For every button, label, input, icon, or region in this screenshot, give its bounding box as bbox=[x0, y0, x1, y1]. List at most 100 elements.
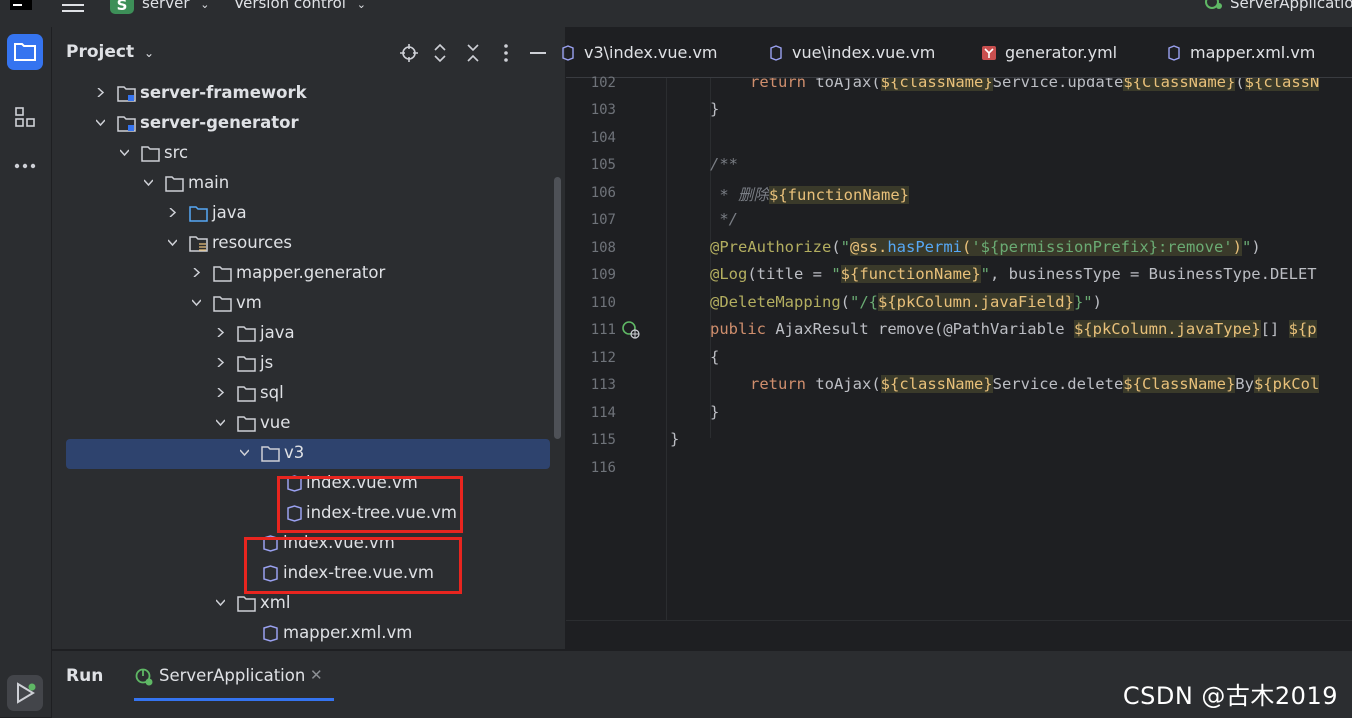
tree-item-label: mapper.xml.vm bbox=[283, 623, 413, 642]
folder-icon bbox=[213, 266, 232, 282]
project-tool-button[interactable] bbox=[7, 34, 43, 70]
code-editor[interactable]: return toAjax(${className}Service.update… bbox=[667, 78, 1352, 620]
line-number: 102 bbox=[590, 75, 616, 91]
vcs-label: Version control bbox=[234, 0, 346, 12]
folder-icon bbox=[237, 326, 256, 342]
tree-item-label: vue bbox=[260, 413, 291, 432]
close-icon[interactable]: ✕ bbox=[310, 666, 323, 684]
source-folder-icon bbox=[189, 206, 208, 222]
run-tab-label: ServerApplication bbox=[159, 666, 306, 685]
project-panel: Project ⌄ server-framework server-genera… bbox=[52, 27, 566, 649]
indent-guide bbox=[710, 78, 711, 438]
chevron-down-icon bbox=[216, 599, 225, 607]
line-number: 113 bbox=[590, 377, 616, 393]
line-number: 108 bbox=[590, 240, 616, 256]
tree-item[interactable]: sql bbox=[66, 379, 550, 409]
main-menu-icon[interactable] bbox=[62, 0, 84, 12]
project-name: server bbox=[142, 0, 190, 12]
tree-scrollbar[interactable] bbox=[554, 177, 561, 439]
code-line-110: @DeleteMapping("/{${pkColumn.javaField}}… bbox=[710, 293, 1102, 311]
structure-icon bbox=[15, 107, 35, 127]
project-panel-title[interactable]: Project ⌄ bbox=[66, 42, 154, 62]
tree-item[interactable]: server-framework bbox=[66, 79, 550, 109]
expand-all-icon[interactable] bbox=[433, 43, 447, 63]
folder-icon bbox=[261, 446, 280, 462]
project-selector[interactable]: server ⌄ bbox=[142, 0, 209, 12]
chevron-down-icon: ⌄ bbox=[144, 46, 155, 60]
tree-item[interactable]: mapper.xml.vm bbox=[66, 619, 550, 649]
vm-file-icon bbox=[562, 45, 574, 61]
tree-item[interactable]: vm bbox=[66, 289, 550, 319]
tree-item-label: vm bbox=[236, 293, 262, 312]
line-number: 116 bbox=[590, 460, 616, 476]
structure-tool-button[interactable] bbox=[7, 99, 43, 135]
tree-item-label: server-generator bbox=[140, 113, 299, 132]
watermark: CSDN @古木2019 bbox=[1122, 682, 1338, 710]
folder-icon bbox=[14, 43, 36, 61]
title-bar: S server ⌄ Version control ⌄ ServerAppli… bbox=[0, 0, 1352, 27]
annotation-box-vue-files bbox=[244, 537, 462, 594]
code-line-113: return toAjax(${className}Service.delete… bbox=[750, 375, 1320, 393]
line-number: 109 bbox=[590, 267, 616, 283]
run-config-icon bbox=[1205, 0, 1222, 9]
run-config-selector[interactable]: ServerApplicatio bbox=[1230, 0, 1352, 12]
code-line-115: } bbox=[670, 430, 680, 448]
spring-boot-icon bbox=[135, 668, 153, 686]
editor-gutter: 102 103 104 105 106 107 108 109 110 111 … bbox=[566, 75, 667, 620]
vm-file-icon bbox=[263, 625, 278, 642]
line-number: 106 bbox=[590, 185, 616, 201]
code-line-114: } bbox=[710, 403, 720, 421]
project-panel-title-text: Project bbox=[66, 42, 135, 62]
tree-item[interactable]: mapper.generator bbox=[66, 259, 550, 289]
tree-item[interactable]: server-generator bbox=[66, 109, 550, 139]
run-panel-title: Run bbox=[66, 666, 104, 686]
line-number: 110 bbox=[590, 295, 616, 311]
code-line-109: @Log(title = "${functionName}", business… bbox=[710, 265, 1317, 283]
folder-icon bbox=[237, 416, 256, 432]
folder-icon bbox=[213, 296, 232, 312]
collapse-all-icon[interactable] bbox=[466, 43, 480, 63]
tree-item[interactable]: js bbox=[66, 349, 550, 379]
code-line-105: /** bbox=[710, 155, 738, 173]
project-badge[interactable]: S bbox=[110, 0, 134, 14]
line-number: 103 bbox=[590, 102, 616, 118]
tree-item-label: server-framework bbox=[140, 83, 307, 102]
tab-label: mapper.xml.vm bbox=[1190, 43, 1316, 62]
vcs-selector[interactable]: Version control ⌄ bbox=[234, 0, 366, 12]
run-tab-server-application[interactable]: ServerApplication ✕ bbox=[134, 664, 334, 701]
line-number: 104 bbox=[590, 130, 616, 146]
tree-item[interactable]: resources bbox=[66, 229, 550, 259]
chevron-right-icon bbox=[169, 208, 177, 217]
folder-icon bbox=[237, 596, 256, 612]
tree-item[interactable]: src bbox=[66, 139, 550, 169]
chevron-down-icon bbox=[96, 119, 105, 127]
tree-item[interactable]: vue bbox=[66, 409, 550, 439]
tree-item-label: sql bbox=[260, 383, 284, 402]
chevron-down-icon bbox=[240, 449, 249, 457]
editor-tab-bar: v3\index.vue.vm vue\index.vue.vm generat… bbox=[562, 27, 1352, 78]
code-line-112: { bbox=[710, 348, 720, 366]
chevron-down-icon bbox=[168, 239, 177, 247]
run-tool-button[interactable] bbox=[7, 675, 43, 711]
ide-logo-icon[interactable] bbox=[10, 0, 32, 10]
options-icon[interactable] bbox=[503, 44, 509, 62]
tree-item-label: xml bbox=[260, 593, 291, 612]
chevron-right-icon bbox=[217, 388, 225, 397]
hide-panel-icon[interactable] bbox=[530, 52, 546, 54]
tree-item[interactable]: main bbox=[66, 169, 550, 199]
tree-item[interactable]: java bbox=[66, 199, 550, 229]
chevron-right-icon bbox=[97, 88, 105, 97]
locate-icon[interactable] bbox=[400, 44, 418, 62]
folder-icon bbox=[165, 176, 184, 192]
module-folder-icon bbox=[117, 116, 136, 132]
more-tools-button[interactable] bbox=[7, 149, 43, 185]
tree-item[interactable]: java bbox=[66, 319, 550, 349]
folder-icon bbox=[237, 356, 256, 372]
code-line-107: */ bbox=[710, 210, 738, 228]
more-icon bbox=[14, 163, 36, 169]
line-number: 112 bbox=[590, 350, 616, 366]
chevron-down-icon: ⌄ bbox=[200, 0, 210, 11]
tree-item-selected[interactable]: v3 bbox=[66, 439, 550, 469]
endpoint-gutter-icon[interactable] bbox=[622, 321, 640, 339]
tree-item-label: java bbox=[260, 323, 295, 342]
